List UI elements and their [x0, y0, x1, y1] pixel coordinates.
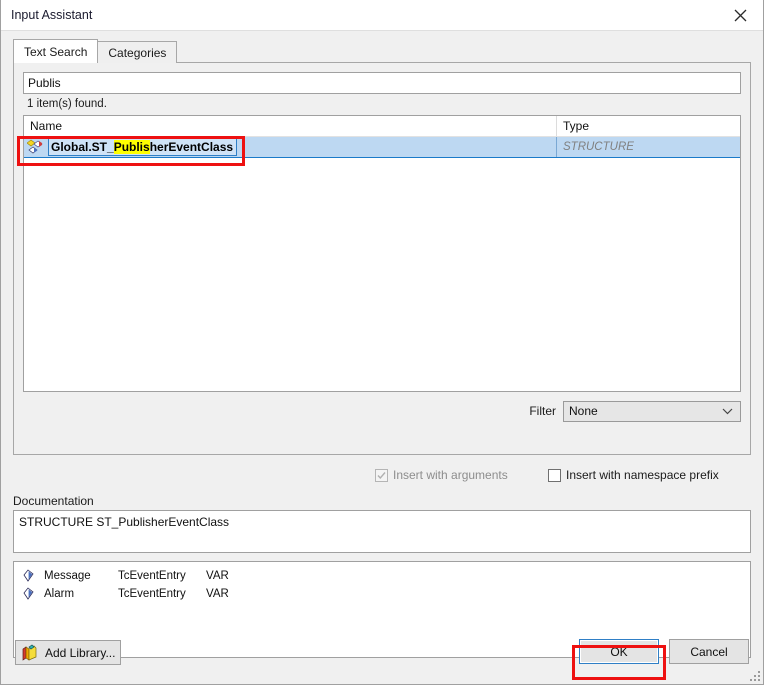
column-header-name-label: Name	[30, 119, 63, 133]
insert-with-namespace-prefix-checkbox[interactable]: Insert with namespace prefix	[548, 468, 719, 482]
table-row[interactable]: Global.ST_ Publis herEventClass STRUCTURE	[24, 137, 740, 158]
row-type-label: STRUCTURE	[563, 141, 634, 153]
add-library-label: Add Library...	[45, 645, 116, 660]
title-bar: Input Assistant	[1, 0, 763, 30]
close-icon	[734, 9, 747, 22]
row-name-match: Publis	[113, 140, 150, 154]
result-count-label: 1 item(s) found.	[27, 98, 107, 110]
filter-label: Filter	[529, 404, 556, 418]
list-item[interactable]: Alarm TcEventEntry VAR	[14, 585, 750, 603]
library-books-icon	[21, 644, 38, 661]
member-name: Alarm	[44, 588, 75, 600]
dialog-body: Text Search Categories 1 item(s) found. …	[1, 30, 763, 684]
member-scope: VAR	[206, 570, 229, 582]
documentation-label: Documentation	[13, 494, 94, 508]
tab-categories-label: Categories	[108, 45, 167, 60]
add-library-button[interactable]: Add Library...	[15, 640, 121, 665]
member-type: TcEventEntry	[118, 588, 186, 600]
structure-icon	[26, 139, 43, 155]
tab-strip: Text Search Categories	[13, 39, 763, 63]
member-scope: VAR	[206, 588, 229, 600]
insert-with-arguments-label: Insert with arguments	[393, 468, 508, 482]
results-header-row: Name Type	[24, 116, 740, 137]
member-type: TcEventEntry	[118, 570, 186, 582]
checkbox-box-checked	[375, 468, 388, 482]
results-listbox[interactable]: Name Type Global.ST_ Publis herEventClas…	[23, 115, 741, 392]
tab-text-search-label: Text Search	[24, 44, 88, 59]
row-name-editbox[interactable]: Global.ST_ Publis herEventClass	[48, 138, 238, 156]
list-item[interactable]: Message TcEventEntry VAR	[14, 567, 750, 585]
variable-icon	[23, 587, 37, 601]
checkbox-box-unchecked	[548, 468, 561, 482]
row-name-suffix: herEventClass	[149, 140, 234, 154]
documentation-text: STRUCTURE ST_PublisherEventClass	[19, 515, 230, 529]
column-header-type-label: Type	[563, 119, 590, 133]
documentation-box: STRUCTURE ST_PublisherEventClass	[13, 510, 751, 553]
close-button[interactable]	[718, 0, 763, 30]
row-name-cell[interactable]: Global.ST_ Publis herEventClass	[24, 137, 557, 157]
input-assistant-dialog: Input Assistant Text Search Categories 1…	[0, 0, 764, 685]
cancel-button-label: Cancel	[690, 644, 728, 659]
insert-with-arguments-checkbox: Insert with arguments	[375, 468, 508, 482]
member-name: Message	[44, 570, 91, 582]
filter-select[interactable]: None	[563, 400, 741, 422]
filter-selected-value: None	[569, 404, 598, 418]
dialog-footer: Add Library... OK Cancel	[1, 627, 763, 684]
column-header-name[interactable]: Name	[24, 116, 557, 136]
ok-button-label: OK	[610, 644, 628, 659]
tab-categories[interactable]: Categories	[97, 41, 178, 63]
insert-options-row: Insert with arguments Insert with namesp…	[13, 465, 751, 485]
row-name-prefix: Global.ST_	[51, 140, 114, 154]
filter-row: Filter None	[23, 400, 741, 422]
text-search-panel: 1 item(s) found. Name Type	[13, 62, 751, 455]
column-header-type[interactable]: Type	[557, 116, 740, 136]
search-input[interactable]	[23, 72, 741, 94]
insert-with-namespace-prefix-label: Insert with namespace prefix	[566, 468, 719, 482]
cancel-button[interactable]: Cancel	[669, 639, 749, 664]
row-type-cell: STRUCTURE	[557, 137, 740, 157]
ok-button[interactable]: OK	[579, 639, 659, 664]
resize-grip[interactable]	[748, 669, 760, 681]
window-title: Input Assistant	[11, 7, 93, 22]
variable-icon	[23, 569, 37, 583]
chevron-down-icon	[722, 404, 733, 418]
tab-text-search[interactable]: Text Search	[13, 39, 99, 63]
